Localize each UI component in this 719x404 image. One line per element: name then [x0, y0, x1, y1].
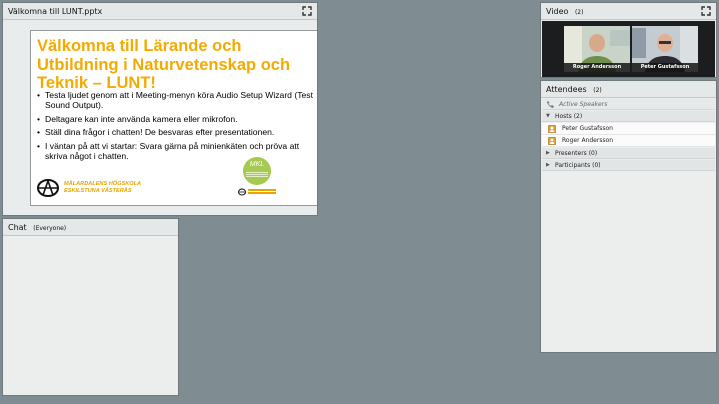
slide-bullet: Deltagare kan inte använda kamera eller …: [37, 114, 317, 124]
slide-title: Välkomna till Lärande och Utbildning i N…: [37, 37, 291, 92]
mkl-logo-text: MKL: [249, 161, 265, 168]
attendees-pod-title: Attendees: [546, 85, 587, 94]
attendee-name: Peter Gustafsson: [562, 125, 613, 132]
slide-bullet: Testa ljudet genom att i Meeting-menyn k…: [37, 90, 317, 110]
university-name-line1: MÄLARDALENS HÖGSKOLA: [64, 181, 142, 187]
participants-group-label: Participants (0): [555, 162, 601, 169]
university-name-line2: ESKILSTUNA VÄSTERÅS: [64, 188, 132, 194]
attendees-pod-title-bar: Attendees (2): [541, 81, 716, 98]
presenters-group-label: Presenters (0): [555, 150, 598, 157]
chat-scope[interactable]: (Everyone): [33, 225, 66, 232]
presentation-slide: Välkomna till Lärande och Utbildning i N…: [30, 30, 317, 206]
phone-icon: [547, 101, 554, 108]
university-emblem-icon: [37, 179, 59, 197]
share-pod-title-bar: Välkomna till LUNT.pptx: [3, 3, 317, 20]
presenters-group-header[interactable]: ▶ Presenters (0): [542, 148, 715, 159]
active-speakers-label: Active Speakers: [559, 101, 608, 108]
university-logo: MÄLARDALENS HÖGSKOLA ESKILSTUNA VÄSTERÅS: [37, 177, 152, 199]
slide-bullet: Ställ dina frågor i chatten! De besvaras…: [37, 127, 317, 137]
video-count: (2): [574, 9, 584, 16]
video-pod-title: Video: [546, 7, 569, 16]
video-pod-title-bar: Video (2): [541, 3, 716, 20]
mkl-logo: MKL: [238, 157, 280, 201]
attendees-count: (2): [593, 87, 602, 94]
video-feed[interactable]: Roger Andersson: [564, 26, 630, 72]
chat-pod-title-bar: Chat (Everyone): [3, 219, 178, 236]
triangle-right-icon: ▶: [546, 162, 550, 168]
small-university-emblem-icon: [238, 188, 246, 196]
expand-icon[interactable]: [302, 6, 312, 16]
mkl-subtext-lines: [244, 171, 270, 179]
active-speakers-row: Active Speakers: [542, 99, 715, 110]
share-pod: Välkomna till LUNT.pptx Välkomna till Lä…: [2, 2, 318, 216]
hosts-group-label: Hosts (2): [555, 113, 583, 120]
video-pod: Video (2) Roger Andersson Peter Gustafss…: [540, 2, 717, 78]
share-pod-title: Välkomna till LUNT.pptx: [8, 7, 103, 16]
video-feed[interactable]: Peter Gustafsson: [632, 26, 698, 72]
slide-bullet-list: Testa ljudet genom att i Meeting-menyn k…: [37, 90, 317, 164]
expand-icon[interactable]: [701, 6, 711, 16]
triangle-down-icon: ▼: [546, 113, 550, 119]
video-participant-name: Roger Andersson: [564, 63, 630, 72]
mkl-university-lines: [248, 189, 276, 195]
hosts-group-header[interactable]: ▼ Hosts (2): [542, 111, 715, 122]
participants-group-header[interactable]: ▶ Participants (0): [542, 160, 715, 171]
attendee-name: Roger Andersson: [562, 137, 614, 144]
attendee-item[interactable]: Roger Andersson: [542, 135, 715, 147]
attendees-pod: Attendees (2) Active Speakers ▼ Hosts (2…: [540, 80, 717, 353]
attendee-item[interactable]: Peter Gustafsson: [542, 123, 715, 135]
video-participant-name: Peter Gustafsson: [632, 63, 698, 72]
chat-pod: Chat (Everyone): [2, 218, 179, 396]
host-user-icon: [548, 137, 556, 145]
chat-pod-title: Chat: [8, 223, 27, 232]
host-user-icon: [548, 125, 556, 133]
video-stage: Roger Andersson Peter Gustafsson: [542, 21, 715, 77]
triangle-right-icon: ▶: [546, 150, 550, 156]
